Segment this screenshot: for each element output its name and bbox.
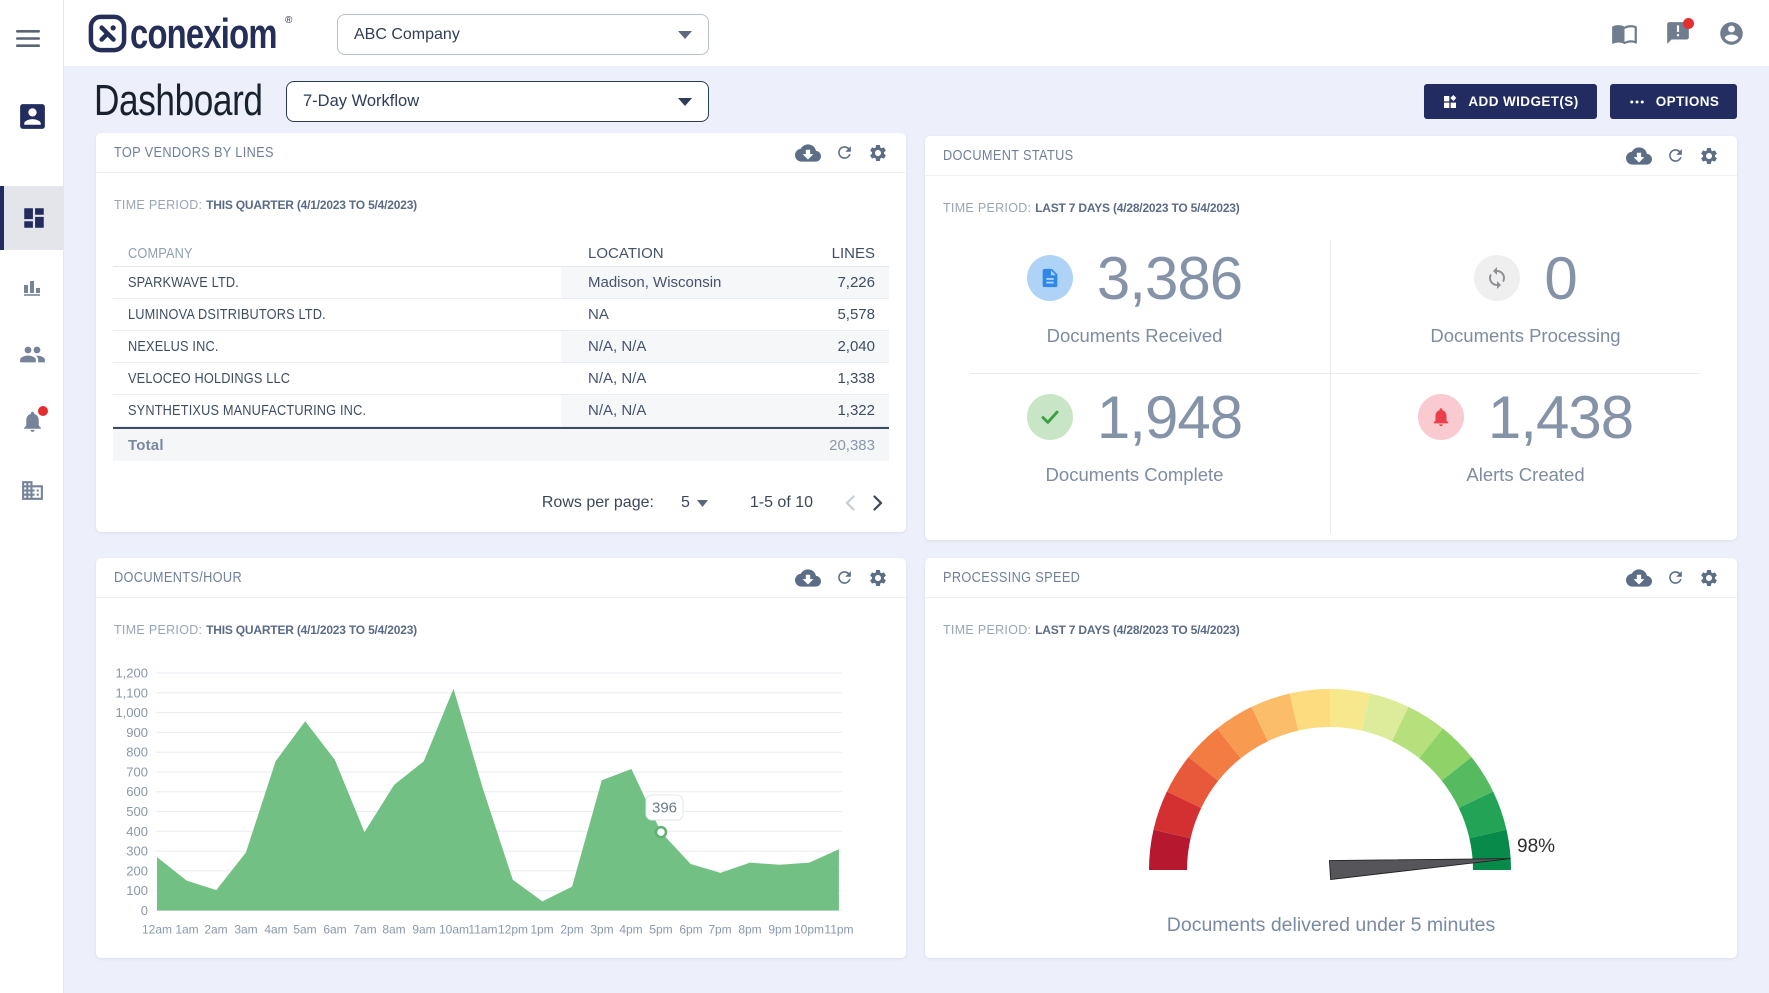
svg-text:200: 200	[126, 863, 148, 878]
svg-text:8pm: 8pm	[738, 923, 761, 937]
svg-text:0: 0	[141, 903, 148, 918]
svg-text:1,200: 1,200	[115, 666, 148, 681]
svg-text:5am: 5am	[293, 923, 316, 937]
svg-text:300: 300	[126, 844, 148, 859]
svg-text:10pm: 10pm	[794, 923, 824, 937]
svg-text:600: 600	[126, 784, 148, 799]
svg-text:2pm: 2pm	[560, 923, 583, 937]
svg-text:2am: 2am	[204, 923, 227, 937]
svg-text:1pm: 1pm	[530, 923, 553, 937]
svg-text:3am: 3am	[234, 923, 257, 937]
svg-text:4am: 4am	[264, 923, 287, 937]
svg-text:1am: 1am	[175, 923, 198, 937]
svg-text:9pm: 9pm	[768, 923, 791, 937]
svg-text:5pm: 5pm	[649, 923, 672, 937]
svg-text:400: 400	[126, 824, 148, 839]
svg-text:7pm: 7pm	[708, 923, 731, 937]
svg-text:800: 800	[126, 745, 148, 760]
svg-text:700: 700	[126, 765, 148, 780]
svg-text:11am: 11am	[468, 923, 497, 937]
svg-text:10am: 10am	[439, 923, 469, 937]
svg-text:1,100: 1,100	[115, 685, 148, 700]
svg-text:8am: 8am	[382, 923, 405, 937]
svg-text:6pm: 6pm	[679, 923, 702, 937]
svg-text:98%: 98%	[1517, 836, 1555, 857]
svg-text:100: 100	[126, 883, 148, 898]
svg-text:3pm: 3pm	[590, 923, 613, 937]
svg-text:7am: 7am	[353, 923, 376, 937]
svg-text:11pm: 11pm	[824, 923, 853, 937]
svg-text:12am: 12am	[142, 923, 172, 937]
svg-text:900: 900	[126, 725, 148, 740]
svg-text:500: 500	[126, 804, 148, 819]
svg-text:9am: 9am	[412, 923, 435, 937]
svg-text:4pm: 4pm	[619, 923, 642, 937]
svg-text:6am: 6am	[323, 923, 346, 937]
svg-text:1,000: 1,000	[115, 705, 148, 720]
svg-text:12pm: 12pm	[498, 923, 528, 937]
svg-text:396: 396	[652, 800, 677, 817]
